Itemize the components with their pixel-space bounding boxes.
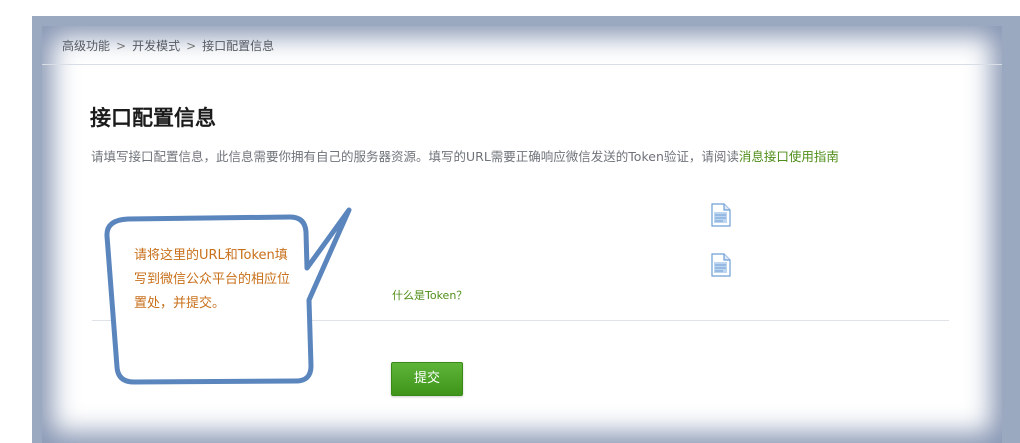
message-api-guide-link[interactable]: 消息接口使用指南 (739, 149, 839, 164)
document-icon[interactable] (711, 203, 731, 227)
document-icon[interactable] (711, 253, 731, 277)
callout-text: 请将这里的URL和Token填写到微信公众平台的相应位置处，并提交。 (134, 248, 291, 311)
callout-bubble (104, 207, 352, 385)
